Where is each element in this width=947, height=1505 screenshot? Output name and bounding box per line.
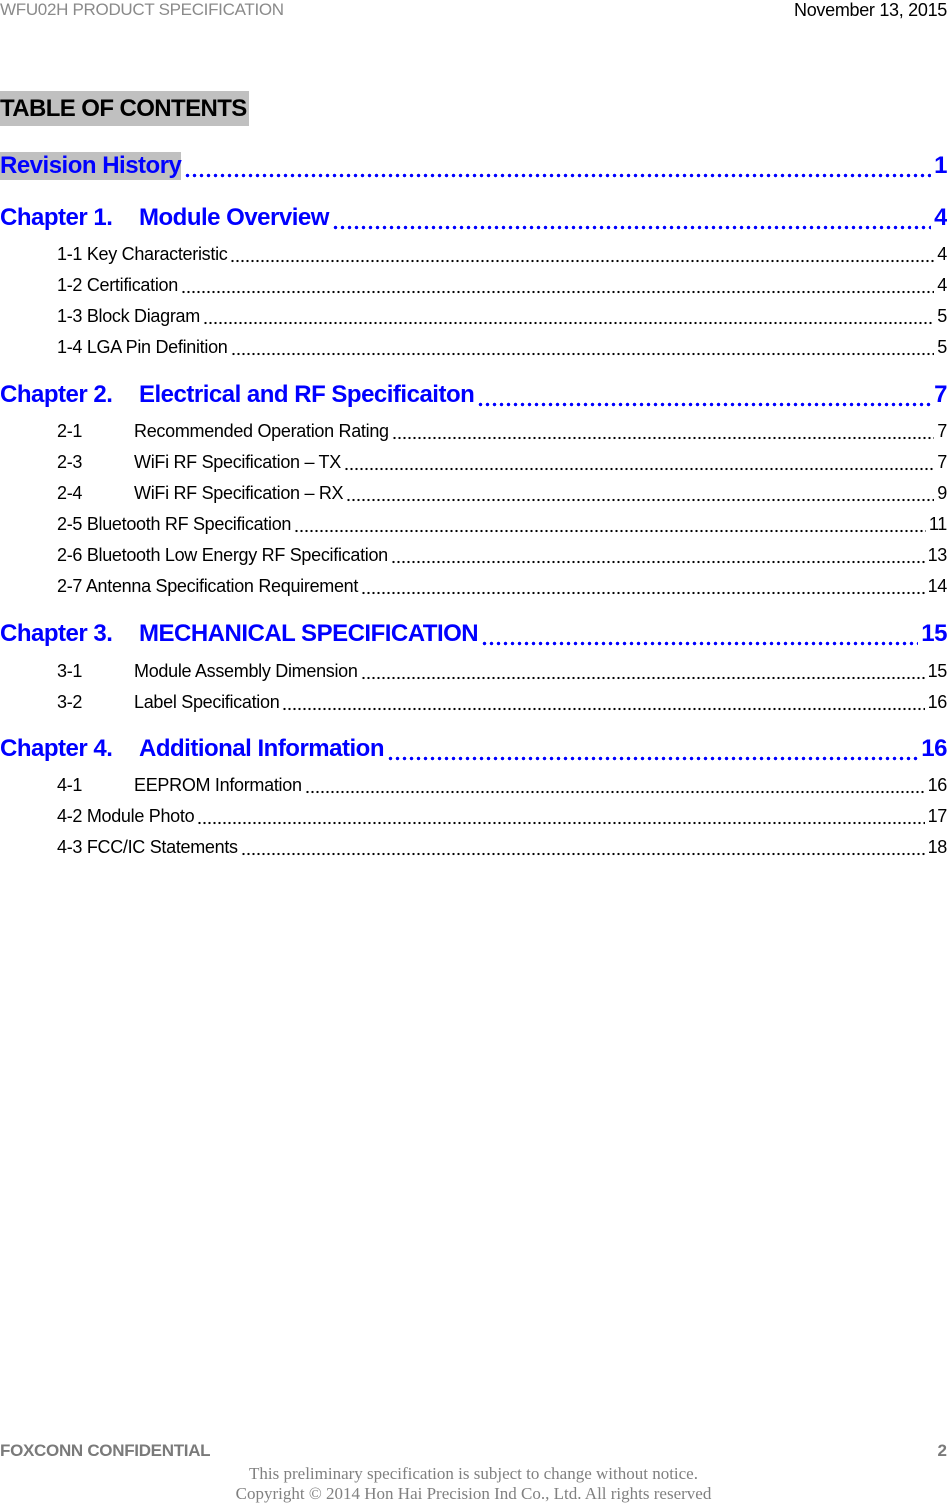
footer-page-number: 2 xyxy=(937,1441,947,1460)
toc-section-entry[interactable]: 1-3 Block Diagram 5 xyxy=(57,306,947,332)
entry-title[interactable]: Electrical and RF Specificaiton xyxy=(139,381,475,409)
dot-leader xyxy=(304,790,925,794)
entry-title[interactable]: EEPROM Information xyxy=(134,775,302,796)
entry-title[interactable]: 2-5 Bluetooth RF Specification xyxy=(57,514,291,535)
entry-page-number[interactable]: 9 xyxy=(937,483,947,504)
toc-section-entry[interactable]: 2-4 WiFi RF Specification – RX 9 xyxy=(57,483,947,509)
entry-page-number[interactable]: 4 xyxy=(934,204,947,232)
toc-chapter-entry[interactable]: Chapter 2. Electrical and RF Specificaito… xyxy=(0,381,947,415)
toc-section-entry[interactable]: 1-1 Key Characteristic 4 xyxy=(57,244,947,270)
entry-title[interactable]: Additional Information xyxy=(139,735,384,763)
dot-leader xyxy=(294,529,926,533)
toc-section-entry[interactable]: 4-1 EEPROM Information 16 xyxy=(57,775,947,801)
entry-title[interactable]: 2-7 Antenna Specification Requirement xyxy=(57,576,358,597)
toc-section-entry[interactable]: 2-6 Bluetooth Low Energy RF Specificatio… xyxy=(57,545,947,571)
dot-leader xyxy=(230,259,935,263)
entry-page-number[interactable]: 11 xyxy=(929,514,947,535)
toc-chapter-entry[interactable]: Revision History 1 xyxy=(0,152,947,186)
entry-page-number[interactable]: 16 xyxy=(921,735,947,763)
toc-section-entry[interactable]: 1-2 Certification 4 xyxy=(57,275,947,301)
toc-heading: TABLE OF CONTENTS xyxy=(0,91,249,126)
entry-title[interactable]: 2-6 Bluetooth Low Energy RF Specificatio… xyxy=(57,545,388,566)
toc-chapter-entry[interactable]: Chapter 4. Additional Information 16 xyxy=(0,735,947,769)
entry-number: Chapter 2. xyxy=(0,381,113,408)
dot-leader xyxy=(360,676,925,680)
dot-leader xyxy=(361,591,925,595)
entry-page-number[interactable]: 5 xyxy=(937,337,947,358)
entry-title[interactable]: 1-1 Key Characteristic xyxy=(57,244,228,265)
toc-section-entry[interactable]: 2-3 WiFi RF Specification – TX 7 xyxy=(57,452,947,478)
toc-section-entry[interactable]: 2-5 Bluetooth RF Specification 11 xyxy=(57,514,947,540)
entry-title[interactable]: 1-4 LGA Pin Definition xyxy=(57,337,228,358)
entry-page-number[interactable]: 14 xyxy=(928,576,947,597)
entry-number: Chapter 4. xyxy=(0,735,113,762)
entry-title[interactable]: MECHANICAL SPECIFICATION xyxy=(139,620,479,648)
entry-page-number[interactable]: 7 xyxy=(937,421,947,442)
header-date: November 13, 2015 xyxy=(794,0,947,20)
entry-title[interactable]: 1-2 Certification xyxy=(57,275,178,296)
entry-page-number[interactable]: 7 xyxy=(934,381,947,409)
toc-section-entry[interactable]: 4-2 Module Photo 17 xyxy=(57,806,947,832)
entry-title[interactable]: Module Assembly Dimension xyxy=(134,661,358,682)
toc-section-entry[interactable]: 1-4 LGA Pin Definition 5 xyxy=(57,337,947,363)
toc-section-entry[interactable]: 2-7 Antenna Specification Requirement 14 xyxy=(57,576,947,602)
dot-leader xyxy=(230,352,935,356)
toc-section-entry[interactable]: 3-2 Label Specification 16 xyxy=(57,692,947,718)
entry-title[interactable]: Recommended Operation Rating xyxy=(134,421,389,442)
dot-leader xyxy=(390,560,925,564)
entry-page-number[interactable]: 15 xyxy=(921,620,947,648)
entry-title[interactable]: 4-2 Module Photo xyxy=(57,806,195,827)
entry-number: 2-3 xyxy=(57,452,83,472)
dot-leader xyxy=(180,290,935,294)
entry-title[interactable]: 4-3 FCC/IC Statements xyxy=(57,837,238,858)
entry-page-number[interactable]: 5 xyxy=(937,306,947,327)
entry-number: 3-2 xyxy=(57,692,83,712)
entry-page-number[interactable]: 1 xyxy=(934,152,947,180)
dot-leader xyxy=(477,402,932,407)
entry-number: 2-4 xyxy=(57,483,83,503)
entry-number: 4-1 xyxy=(57,775,83,795)
entry-title[interactable]: Revision History xyxy=(0,152,182,180)
entry-title[interactable]: Module Overview xyxy=(139,204,329,232)
dot-leader xyxy=(343,467,935,471)
footer-notice: This preliminary specification is subjec… xyxy=(249,1464,698,1483)
entry-number: Chapter 1. xyxy=(0,204,113,231)
toc-section-entry[interactable]: 2-1 Recommended Operation Rating 7 xyxy=(57,421,947,447)
entry-page-number[interactable]: 15 xyxy=(928,661,947,682)
entry-number: 3-1 xyxy=(57,661,83,681)
entry-title[interactable]: WiFi RF Specification – RX xyxy=(134,483,344,504)
footer-copyright: Copyright © 2014 Hon Hai Precision Ind C… xyxy=(235,1484,712,1503)
toc-chapter-entry[interactable]: Chapter 3. MECHANICAL SPECIFICATION 15 xyxy=(0,620,947,654)
dot-leader xyxy=(282,707,925,711)
entry-title[interactable]: 1-3 Block Diagram xyxy=(57,306,200,327)
dot-leader xyxy=(197,821,925,825)
entry-page-number[interactable]: 4 xyxy=(937,244,947,265)
entry-page-number[interactable]: 16 xyxy=(928,775,947,796)
entry-page-number[interactable]: 7 xyxy=(937,452,947,473)
toc-section-entry[interactable]: 3-1 Module Assembly Dimension 15 xyxy=(57,661,947,687)
dot-leader xyxy=(481,641,919,646)
entry-page-number[interactable]: 17 xyxy=(928,806,947,827)
dot-leader xyxy=(184,173,932,178)
entry-page-number[interactable]: 4 xyxy=(937,275,947,296)
entry-page-number[interactable]: 16 xyxy=(928,692,947,713)
dot-leader xyxy=(240,852,925,856)
dot-leader xyxy=(331,225,932,230)
entry-number: Chapter 3. xyxy=(0,620,113,647)
dot-leader xyxy=(346,498,935,502)
footer-confidential: FOXCONN CONFIDENTIAL xyxy=(0,1441,211,1460)
toc-chapter-entry[interactable]: Chapter 1. Module Overview 4 xyxy=(0,204,947,238)
entry-title[interactable]: Label Specification xyxy=(134,692,280,713)
entry-page-number[interactable]: 13 xyxy=(928,545,947,566)
entry-page-number[interactable]: 18 xyxy=(928,837,947,858)
entry-title[interactable]: WiFi RF Specification – TX xyxy=(134,452,341,473)
dot-leader xyxy=(391,436,935,440)
dot-leader xyxy=(386,756,919,761)
dot-leader xyxy=(202,321,935,325)
toc-section-entry[interactable]: 4-3 FCC/IC Statements 18 xyxy=(57,837,947,863)
header-document-title: WFU02H PRODUCT SPECIFICATION xyxy=(0,0,284,19)
entry-number: 2-1 xyxy=(57,421,83,441)
